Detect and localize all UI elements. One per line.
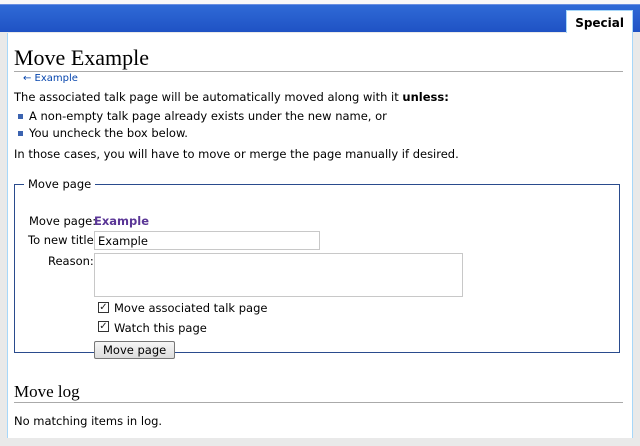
move-log-empty-text: No matching items in log. (14, 414, 163, 428)
reason-textarea[interactable] (94, 253, 463, 297)
move-talk-checkbox[interactable]: ✓ (98, 302, 109, 313)
outro-paragraph: In those cases, you will have to move or… (14, 147, 459, 161)
page-title: Move Example (14, 45, 623, 72)
tab-special[interactable]: Special (566, 10, 633, 35)
new-title-input[interactable] (94, 231, 320, 250)
watch-page-checkbox[interactable]: ✓ (98, 321, 109, 332)
backlink-link[interactable]: ← Example (23, 73, 78, 84)
move-log-heading: Move log (14, 382, 623, 403)
move-page-button[interactable]: Move page (94, 341, 176, 359)
cases-list: A non-empty talk page already exists und… (16, 109, 387, 143)
intro-bold: unless: (402, 90, 449, 104)
top-header: Special (0, 0, 640, 35)
backlink: ← Example (23, 73, 78, 84)
intro-paragraph: The associated talk page will be automat… (14, 90, 449, 104)
move-page-fieldset: Move page Move page: Example To new titl… (14, 177, 620, 359)
move-talk-label: Move associated talk page (114, 301, 268, 315)
new-title-label: To new title: (28, 233, 98, 247)
page-bottom-edge (0, 438, 640, 446)
watch-page-label: Watch this page (114, 321, 207, 335)
list-item: A non-empty talk page already exists und… (16, 109, 387, 126)
list-item: You uncheck the box below. (16, 126, 387, 143)
move-page-label: Move page: (29, 214, 97, 228)
intro-text: The associated talk page will be automat… (14, 90, 403, 104)
fieldset-legend: Move page (28, 177, 92, 191)
move-page-target-link[interactable]: Example (94, 214, 149, 228)
header-bar (0, 4, 640, 32)
reason-label: Reason: (48, 254, 94, 268)
page-content: Move Example ← Example The associated ta… (7, 33, 633, 446)
